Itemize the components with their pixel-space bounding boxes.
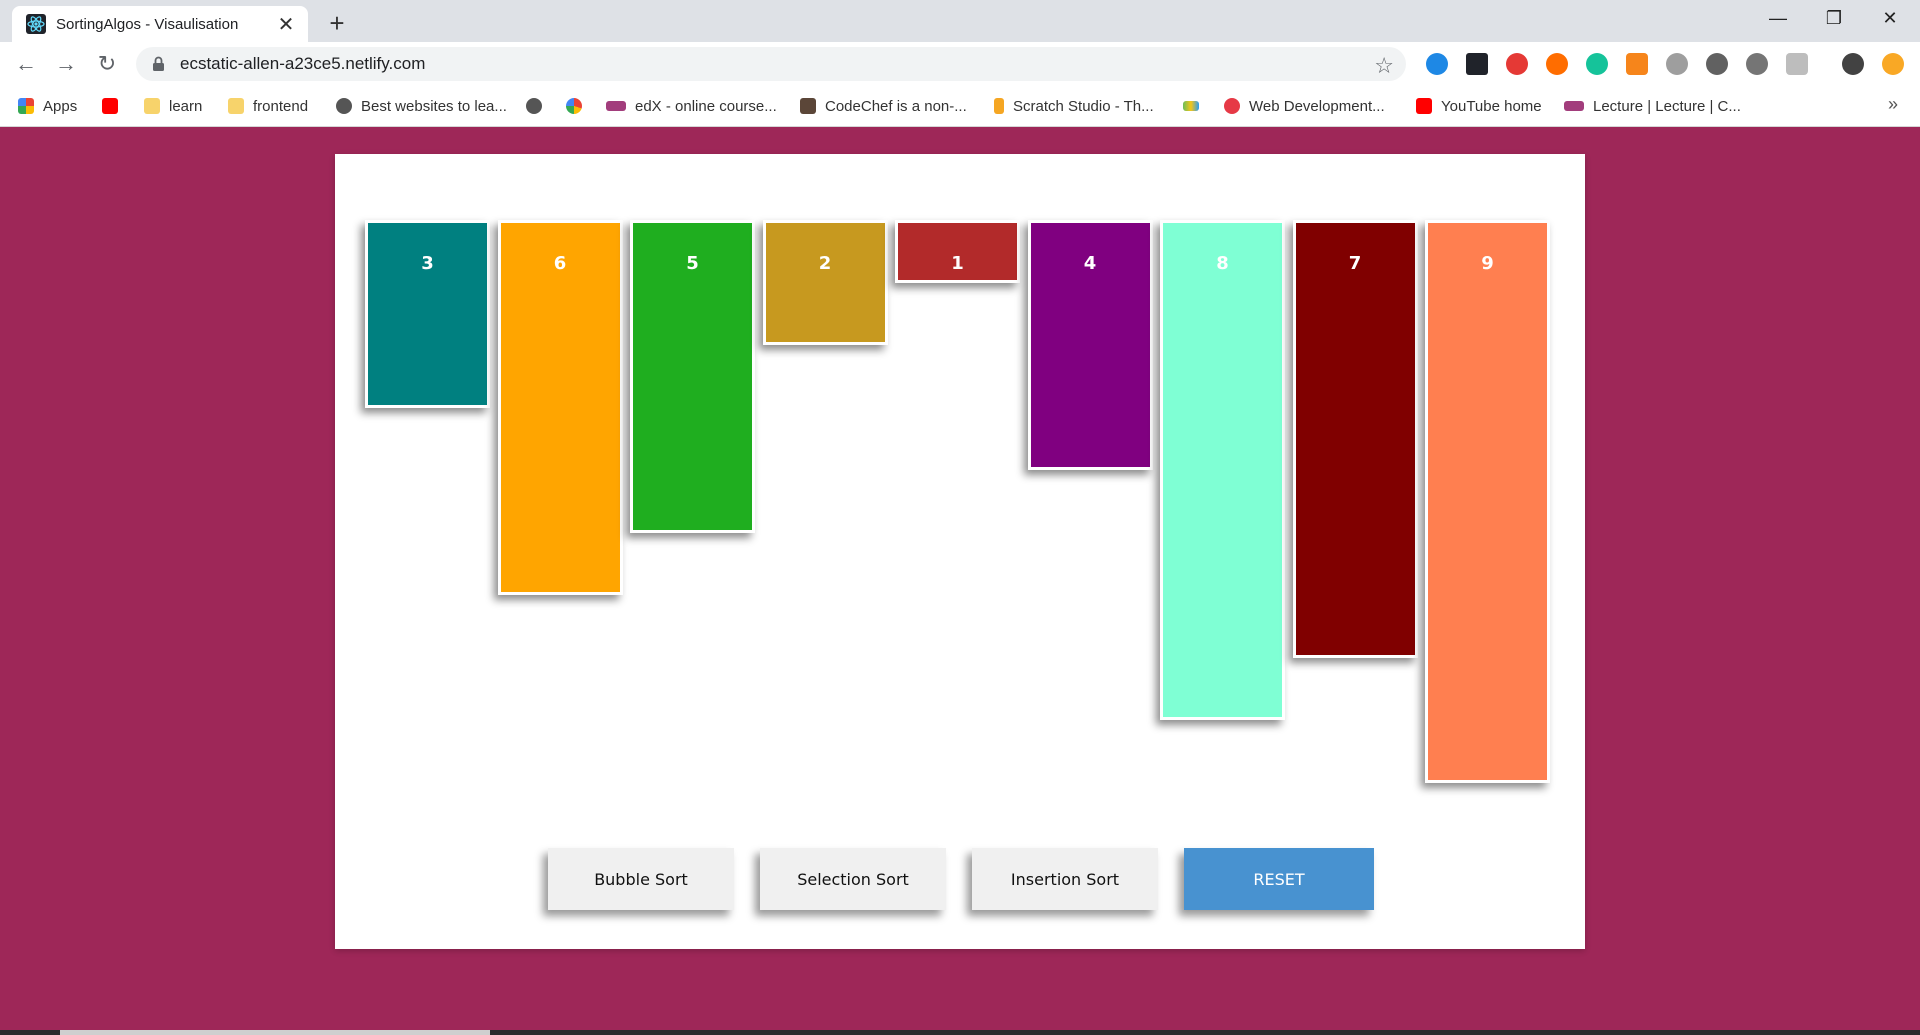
tab-active[interactable]: SortingAlgos - Visaulisation ✕	[12, 6, 308, 42]
bar-5: 5	[630, 220, 755, 533]
bar-9: 9	[1425, 220, 1550, 783]
visualiser-panel: 365214879 Bubble Sort Selection Sort Ins…	[335, 154, 1585, 949]
bookmark-codechef[interactable]: CodeChef is a non-...	[800, 94, 967, 118]
grammarly-icon[interactable]	[1586, 53, 1608, 75]
bar-4: 4	[1027, 220, 1153, 470]
apps-grid-icon	[18, 98, 34, 114]
bookmark-google[interactable]	[566, 94, 591, 118]
tab-title: SortingAlgos - Visaulisation	[56, 15, 239, 33]
profile-avatar[interactable]	[1842, 53, 1864, 75]
taskbar-highlight	[60, 1030, 490, 1035]
react-icon	[26, 14, 46, 34]
r-icon	[1224, 98, 1240, 114]
edx-icon	[606, 101, 626, 111]
bookmark-youtube-home[interactable]: YouTube home	[1416, 94, 1542, 118]
bookmarks-overflow-icon[interactable]: »	[1888, 94, 1898, 115]
minimize-icon[interactable]: —	[1750, 0, 1806, 36]
globe-icon	[526, 98, 542, 114]
edx-icon	[1564, 101, 1584, 111]
google-icon	[566, 98, 582, 114]
window-close-icon[interactable]: ✕	[1862, 0, 1918, 36]
extension-m-icon[interactable]	[1746, 53, 1768, 75]
bookmark-best-websites[interactable]: Best websites to lea...	[336, 94, 507, 118]
bookmark-scratch[interactable]: Scratch Studio - Th...	[994, 94, 1154, 118]
reload-icon[interactable]: ↻	[91, 48, 123, 80]
restore-icon[interactable]: ❐	[1806, 0, 1862, 36]
youtube-icon	[1416, 98, 1432, 114]
browser-toolbar: ← → ↻ ecstatic-allen-a23ce5.netlify.com …	[0, 42, 1920, 86]
bar-3: 3	[365, 220, 490, 408]
bar-2: 2	[762, 220, 888, 345]
reset-button[interactable]: RESET	[1184, 848, 1374, 910]
bar-8: 8	[1160, 220, 1285, 720]
extension-r-icon[interactable]	[1786, 53, 1808, 75]
address-bar[interactable]: ecstatic-allen-a23ce5.netlify.com ☆	[136, 47, 1406, 81]
bookmark-web-development[interactable]: Web Development...	[1224, 94, 1385, 118]
tab-strip: SortingAlgos - Visaulisation ✕ + — ❐ ✕	[0, 0, 1920, 42]
bookmark-learn[interactable]: learn	[144, 94, 202, 118]
scratch-icon	[994, 98, 1004, 114]
bookmark-youtube[interactable]	[102, 94, 127, 118]
tab-close-icon[interactable]: ✕	[274, 12, 298, 36]
insertion-sort-button[interactable]: Insertion Sort	[972, 848, 1158, 910]
new-tab-button[interactable]: +	[322, 8, 352, 38]
bubble-sort-button[interactable]: Bubble Sort	[548, 848, 734, 910]
folder-icon	[228, 98, 244, 114]
update-icon[interactable]	[1882, 53, 1904, 75]
bookmark-stack[interactable]	[1183, 94, 1208, 118]
bookmark-globe[interactable]	[526, 94, 551, 118]
bookmark-apps[interactable]: Apps	[18, 94, 77, 118]
codechef-icon	[800, 98, 816, 114]
bookmarks-bar: Apps learn frontend Best websites to lea…	[0, 86, 1920, 127]
url-text: ecstatic-allen-a23ce5.netlify.com	[180, 54, 426, 73]
extension-orange-icon[interactable]	[1546, 53, 1568, 75]
youtube-icon	[102, 98, 118, 114]
bookmark-lecture[interactable]: Lecture | Lecture | C...	[1564, 94, 1741, 118]
folder-icon	[144, 98, 160, 114]
react-devtools-icon[interactable]	[1466, 53, 1488, 75]
back-icon[interactable]: ←	[10, 48, 42, 80]
bookmark-star-icon[interactable]: ☆	[1374, 53, 1394, 79]
bar-7: 7	[1292, 220, 1418, 658]
extension-gray-icon[interactable]	[1666, 53, 1688, 75]
adblock-icon[interactable]	[1506, 53, 1528, 75]
taskbar-strip	[0, 1030, 1920, 1035]
bar-6: 6	[497, 220, 623, 595]
globe-icon	[336, 98, 352, 114]
lock-icon	[152, 56, 166, 72]
bar-1: 1	[895, 220, 1020, 283]
bookmark-edx[interactable]: edX - online course...	[606, 94, 777, 118]
stack-icon	[1183, 101, 1199, 111]
forward-icon[interactable]: →	[50, 48, 82, 80]
edge-icon[interactable]	[1426, 53, 1448, 75]
selection-sort-button[interactable]: Selection Sort	[760, 848, 946, 910]
extension-shield-icon[interactable]	[1706, 53, 1728, 75]
metamask-icon[interactable]	[1626, 53, 1648, 75]
bookmark-frontend[interactable]: frontend	[228, 94, 308, 118]
